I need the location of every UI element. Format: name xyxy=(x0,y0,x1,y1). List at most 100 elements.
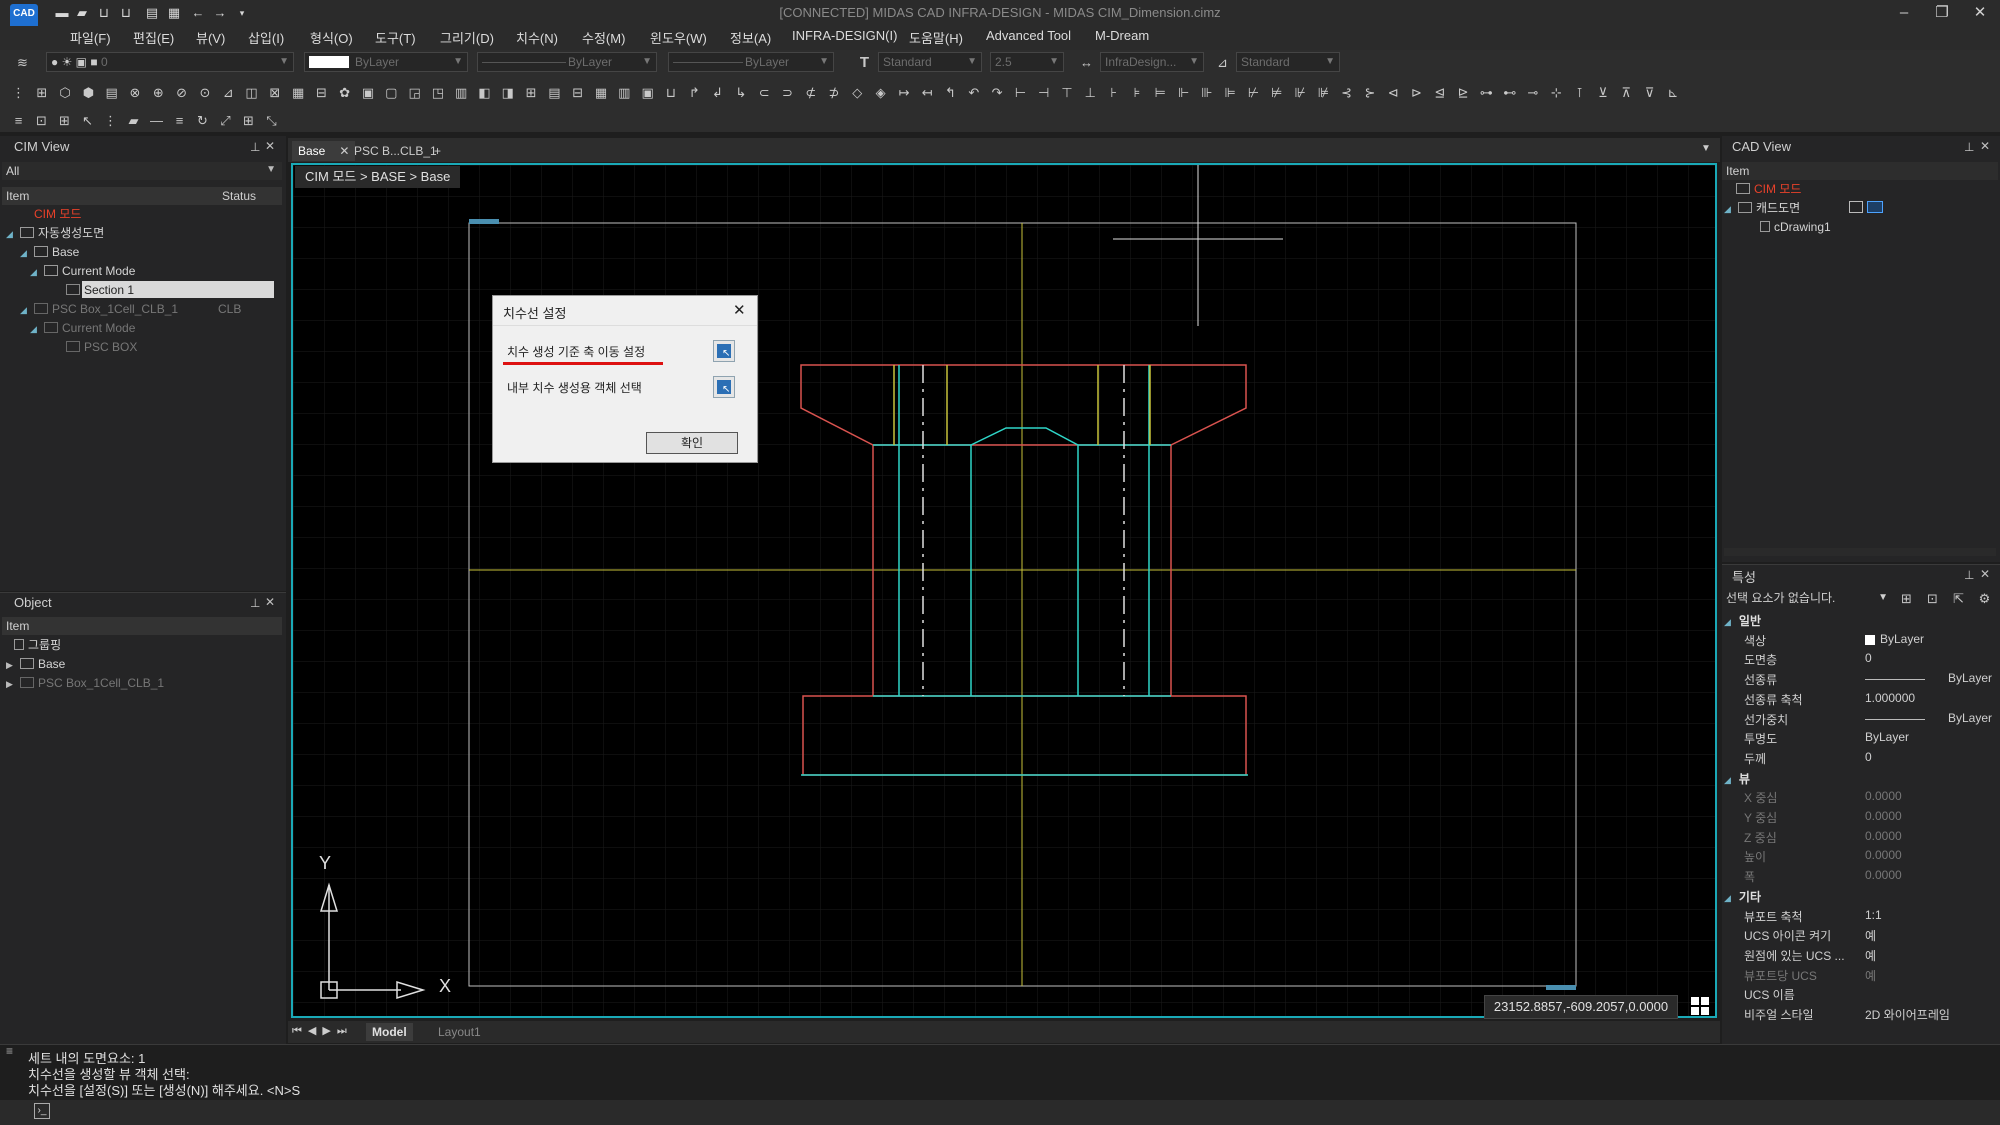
toolbar-tool-icon[interactable]: ⊻ xyxy=(1594,84,1611,101)
toolbar-tool-icon[interactable]: ▤ xyxy=(546,84,563,101)
tree-item-psc-box[interactable]: ◢ PSC Box_1Cell_CLB_1 xyxy=(20,301,178,317)
property-value[interactable]: 예 xyxy=(1865,947,1876,964)
toolbar-tool-icon[interactable]: ⊕ xyxy=(150,84,167,101)
toolbar-tool-icon[interactable]: ◲ xyxy=(406,84,423,101)
color-combo[interactable]: ByLayer ▼ xyxy=(304,52,468,72)
property-value[interactable]: 0.0000 xyxy=(1865,848,1902,862)
toolbar-tool-icon[interactable]: ⊴ xyxy=(1431,84,1448,101)
menu-window[interactable]: 윈도우(W) xyxy=(650,28,707,47)
toolbar-tool-icon[interactable]: ⊗ xyxy=(127,84,144,101)
selection-select[interactable]: 선택 요소가 없습니다. ▼ xyxy=(1724,588,1890,608)
menu-help[interactable]: 도움말(H) xyxy=(909,28,963,47)
property-value[interactable]: 2D 와이어프레임 xyxy=(1865,1006,1950,1023)
toolbar-tool-icon[interactable]: ⊮ xyxy=(1292,84,1309,101)
snap-tool-icon[interactable]: ⤡ xyxy=(263,112,280,129)
cim-view-close-icon[interactable]: ✕ xyxy=(265,139,275,153)
menu-m-dream[interactable]: M-Dream xyxy=(1095,28,1149,43)
toolbar-tool-icon[interactable]: ⊬ xyxy=(1245,84,1262,101)
layer-manager-icon[interactable]: ≋ xyxy=(14,54,31,71)
toolbar-tool-icon[interactable]: ⊭ xyxy=(1268,84,1285,101)
menu-view[interactable]: 뷰(V) xyxy=(196,28,225,47)
property-value[interactable]: 0.0000 xyxy=(1865,829,1902,843)
menu-edit[interactable]: 편집(E) xyxy=(133,28,174,47)
tree-item-auto-drawing[interactable]: ◢ 자동생성도면 xyxy=(6,225,104,241)
cad-tree-cad-drawing[interactable]: ◢ 캐드도면 xyxy=(1724,200,1800,216)
cad-tree-cim-mode[interactable]: CIM 모드 xyxy=(1734,181,1801,197)
property-value[interactable]: 1:1 xyxy=(1865,908,1882,922)
dim-style-combo[interactable]: InfraDesign... ▼ xyxy=(1100,52,1204,72)
cad-view-scrollbar[interactable] xyxy=(1724,548,1996,556)
toolbar-tool-icon[interactable]: ⊃ xyxy=(779,84,796,101)
snap-tool-icon[interactable]: ⋮ xyxy=(102,112,119,129)
menu-modify[interactable]: 수정(M) xyxy=(582,28,625,47)
toolbar-tool-icon[interactable]: ⊪ xyxy=(1198,84,1215,101)
toolbar-tool-icon[interactable]: ⊙ xyxy=(196,84,213,101)
toolbar-tool-icon[interactable]: ⊹ xyxy=(1548,84,1565,101)
property-value[interactable]: 1.000000 xyxy=(1865,691,1915,705)
snap-tool-icon[interactable]: ≡ xyxy=(171,112,188,129)
drawing-viewport[interactable]: Y X xyxy=(291,163,1717,1018)
toolbar-tool-icon[interactable]: ◫ xyxy=(243,84,260,101)
menu-insert[interactable]: 삽입(I) xyxy=(248,28,284,47)
toolbar-tool-icon[interactable]: ⊟ xyxy=(313,84,330,101)
menu-draw[interactable]: 그리기(D) xyxy=(440,28,494,47)
tree-item-cim-mode[interactable]: CIM 모드 xyxy=(34,206,81,222)
properties-settings-icon[interactable]: ⚙ xyxy=(1976,590,1993,607)
toolbar-tool-icon[interactable]: ⊷ xyxy=(1501,84,1518,101)
property-value[interactable]: ByLayer xyxy=(1880,632,1924,646)
toolbar-tool-icon[interactable]: ⊽ xyxy=(1641,84,1658,101)
toolbar-tool-icon[interactable]: ⊦ xyxy=(1105,84,1122,101)
ok-button[interactable]: 확인 xyxy=(646,432,738,454)
toolbar-tool-icon[interactable]: ⊄ xyxy=(802,84,819,101)
property-value[interactable]: 0.0000 xyxy=(1865,809,1902,823)
toolbar-tool-icon[interactable]: ◨ xyxy=(499,84,516,101)
toolbar-tool-icon[interactable]: ⊳ xyxy=(1408,84,1425,101)
tab-base[interactable]: Base ✕ xyxy=(292,141,356,161)
menu-format[interactable]: 형식(O) xyxy=(310,28,353,47)
property-group-header[interactable]: ◢ 일반 xyxy=(1724,612,1761,629)
property-value[interactable]: 예 xyxy=(1865,927,1876,944)
toolbar-tool-icon[interactable]: ⊥ xyxy=(1082,84,1099,101)
command-grip-icon[interactable]: ≡ xyxy=(6,1045,20,1082)
object-item-grouping[interactable]: 그룹핑 xyxy=(12,637,61,653)
toolbar-tool-icon[interactable]: ⊂ xyxy=(756,84,773,101)
toolbar-tool-icon[interactable]: ↤ xyxy=(919,84,936,101)
toolbar-tool-icon[interactable]: ⊶ xyxy=(1478,84,1495,101)
object-pin-icon[interactable]: ⊥ xyxy=(250,596,260,610)
property-value[interactable]: ByLayer xyxy=(1865,730,1909,744)
toolbar-tool-icon[interactable]: ⬡ xyxy=(57,84,74,101)
tree-item-current-mode-2[interactable]: ◢ Current Mode xyxy=(30,320,135,336)
snap-tool-icon[interactable]: ⊞ xyxy=(56,112,73,129)
property-value[interactable]: ByLayer xyxy=(1948,671,1992,685)
toolbar-tool-icon[interactable]: ↱ xyxy=(686,84,703,101)
toolbar-tool-icon[interactable]: ⊵ xyxy=(1455,84,1472,101)
toolbar-tool-icon[interactable]: ↳ xyxy=(732,84,749,101)
toolbar-tool-icon[interactable]: ⬢ xyxy=(80,84,97,101)
quick-select-icon[interactable]: ⊞ xyxy=(1898,590,1915,607)
snap-tool-icon[interactable]: — xyxy=(148,112,165,129)
toolbar-tool-icon[interactable]: ◈ xyxy=(872,84,889,101)
properties-close-icon[interactable]: ✕ xyxy=(1980,567,1990,581)
toolbar-tool-icon[interactable]: ↷ xyxy=(989,84,1006,101)
toolbar-tool-icon[interactable]: ↦ xyxy=(895,84,912,101)
tab-list-dropdown-icon[interactable]: ▼ xyxy=(1701,143,1711,154)
pickadd-icon[interactable]: ⇱ xyxy=(1950,590,1967,607)
tree-item-section-1[interactable]: Section 1 xyxy=(64,282,134,298)
layout-nav-buttons[interactable]: ⏮◀▶⏭ xyxy=(292,1024,353,1038)
snap-tool-icon[interactable]: ↻ xyxy=(194,112,211,129)
toolbar-tool-icon[interactable]: ⊺ xyxy=(1571,84,1588,101)
toolbar-tool-icon[interactable]: ▥ xyxy=(616,84,633,101)
toolbar-tool-icon[interactable]: ⊔ xyxy=(662,84,679,101)
toolbar-tool-icon[interactable]: ⊰ xyxy=(1338,84,1355,101)
toolbar-tool-icon[interactable]: ↶ xyxy=(965,84,982,101)
property-value[interactable]: ByLayer xyxy=(1948,711,1992,725)
menu-infra-design[interactable]: INFRA-DESIGN(I) xyxy=(792,28,897,43)
toolbar-tool-icon[interactable]: ▢ xyxy=(383,84,400,101)
text-height-combo[interactable]: 2.5 ▼ xyxy=(990,52,1064,72)
property-value[interactable]: 0 xyxy=(1865,750,1872,764)
object-item-base[interactable]: ▶ Base xyxy=(6,656,65,672)
property-value[interactable]: 0.0000 xyxy=(1865,789,1902,803)
cad-tree-cdrawing1[interactable]: cDrawing1 xyxy=(1758,219,1831,235)
toolbar-tool-icon[interactable]: ▦ xyxy=(593,84,610,101)
menu-advanced-tool[interactable]: Advanced Tool xyxy=(986,28,1071,43)
